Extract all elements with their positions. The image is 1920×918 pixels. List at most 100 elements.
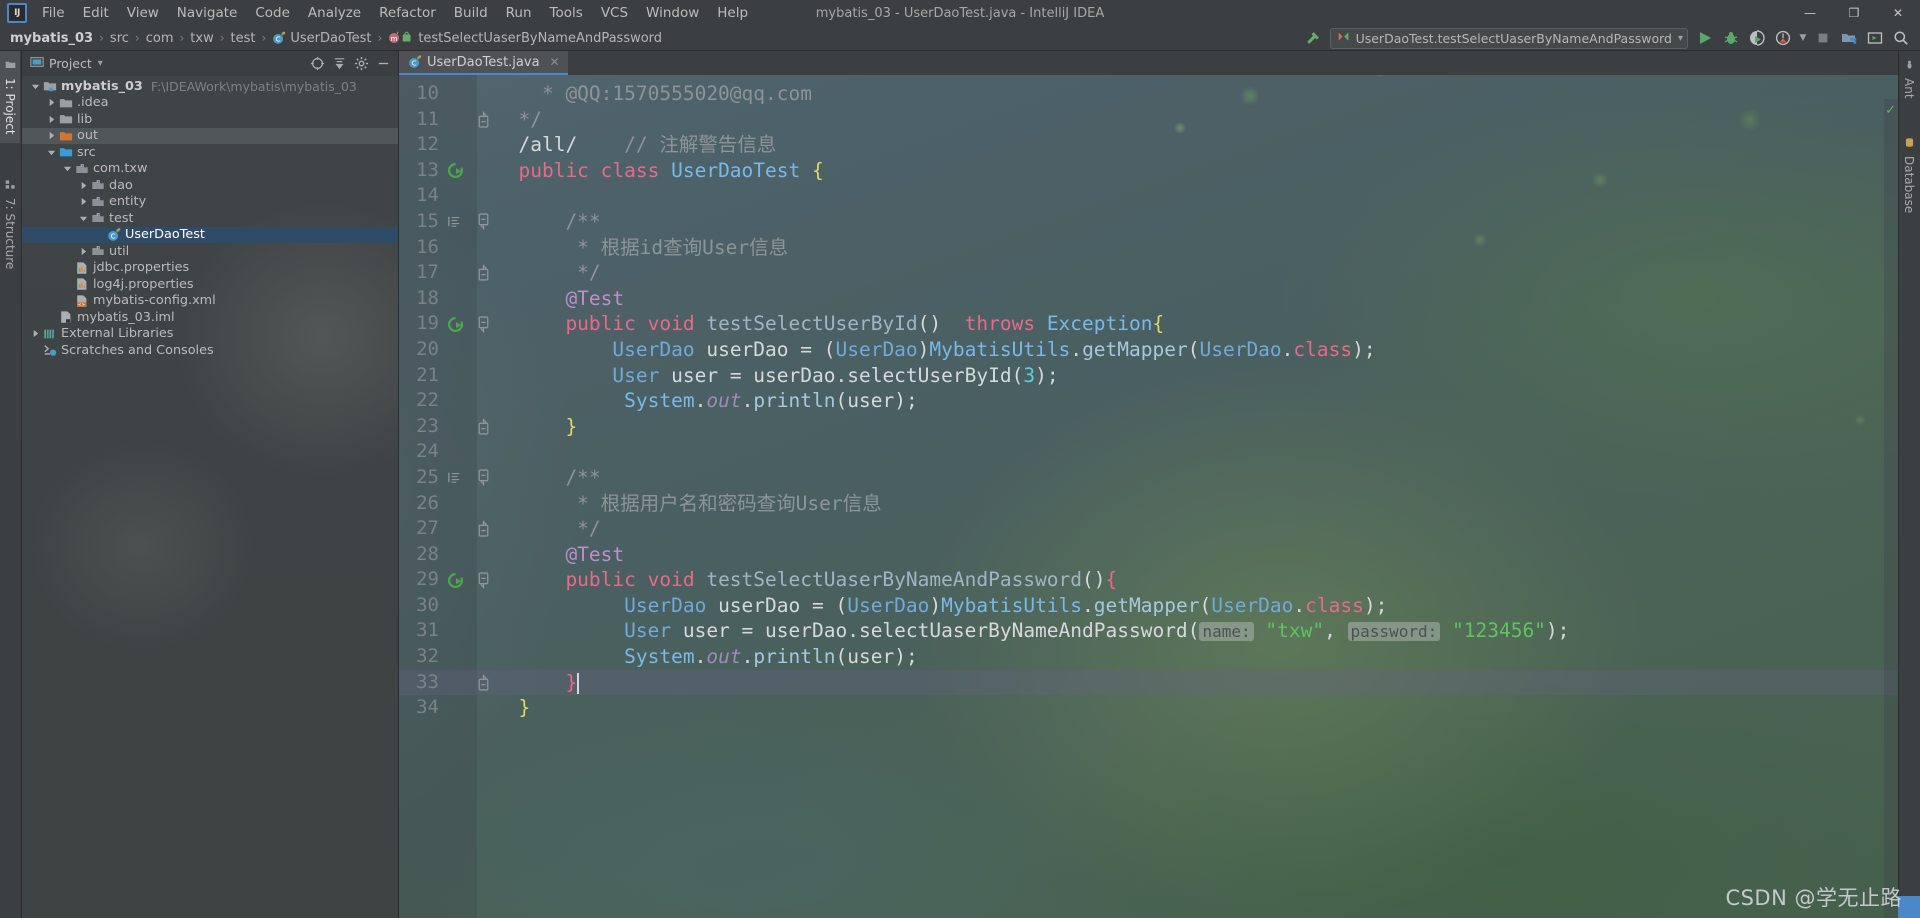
chevron-right-icon[interactable]	[30, 328, 41, 339]
code-text[interactable]: UserDao userDao = (UserDao)MybatisUtils.…	[489, 593, 1387, 619]
code-text[interactable]: User user = userDao.selectUserById(3);	[489, 363, 1058, 389]
run-configuration-selector[interactable]: UserDaoTest.testSelectUaserByNameAndPass…	[1329, 27, 1688, 49]
line-number[interactable]: 18	[399, 286, 443, 312]
code-text[interactable]: /**	[489, 465, 600, 491]
menu-item-tools[interactable]: Tools	[541, 2, 592, 24]
fold-end-icon[interactable]	[477, 418, 489, 435]
code-line[interactable]: 13 public class UserDaoTest {	[399, 158, 1898, 184]
code-text[interactable]: /**	[489, 209, 600, 235]
code-line[interactable]: 10 * @QQ:1570555020@qq.com	[399, 81, 1898, 107]
menu-item-run[interactable]: Run	[497, 2, 541, 24]
tree-node-util[interactable]: util	[22, 243, 398, 260]
layout-icon[interactable]	[1862, 27, 1888, 49]
menu-item-code[interactable]: Code	[246, 2, 299, 24]
line-number[interactable]: 13	[399, 158, 443, 184]
code-line[interactable]: 16 * 根据id查询User信息	[399, 235, 1898, 261]
sidebar-item-structure[interactable]: 7: Structure	[0, 171, 20, 277]
code-line[interactable]: 28 @Test	[399, 542, 1898, 568]
tree-node-entity[interactable]: entity	[22, 194, 398, 211]
code-text[interactable]: System.out.println(user);	[489, 644, 918, 670]
code-line[interactable]: 25 /**	[399, 465, 1898, 491]
breadcrumb-item-test[interactable]: test	[231, 31, 256, 46]
code-text[interactable]: }	[489, 670, 580, 696]
maximize-button[interactable]: ❐	[1832, 0, 1876, 26]
chevron-right-icon[interactable]	[46, 130, 57, 141]
debug-icon[interactable]	[1718, 27, 1744, 49]
breadcrumb-item-src[interactable]: src	[110, 31, 129, 46]
code-line[interactable]: 12 /all/ // 注解警告信息	[399, 132, 1898, 158]
line-number[interactable]: 16	[399, 235, 443, 261]
collapse-all-icon[interactable]	[328, 53, 350, 75]
chevron-down-icon[interactable]	[62, 163, 73, 174]
tree-node-com-txw[interactable]: com.txw	[22, 161, 398, 178]
code-line[interactable]: 19 public void testSelectUserById() thro…	[399, 311, 1898, 337]
code-line[interactable]: 24	[399, 439, 1898, 465]
hide-panel-icon[interactable]	[372, 53, 394, 75]
line-number[interactable]: 11	[399, 107, 443, 133]
line-number[interactable]: 24	[399, 439, 443, 465]
code-text[interactable]: * @QQ:1570555020@qq.com	[489, 81, 812, 107]
code-text[interactable]: /all/ // 注解警告信息	[489, 132, 776, 158]
code-line[interactable]: 30 UserDao userDao = (UserDao)MybatisUti…	[399, 593, 1898, 619]
code-line[interactable]: 17 */	[399, 260, 1898, 286]
sidebar-item-project[interactable]: 1: Project	[0, 51, 20, 143]
breadcrumb-item-com[interactable]: com	[146, 31, 174, 46]
menu-item-file[interactable]: File	[33, 2, 74, 24]
chevron-down-icon[interactable]	[30, 81, 41, 92]
code-line[interactable]: 21 User user = userDao.selectUserById(3)…	[399, 363, 1898, 389]
code-line[interactable]: 27 */	[399, 516, 1898, 542]
tree-node-log4j-properties[interactable]: log4j.properties	[22, 276, 398, 293]
chevron-right-icon[interactable]	[78, 196, 89, 207]
line-number[interactable]: 17	[399, 260, 443, 286]
line-number[interactable]: 27	[399, 516, 443, 542]
line-number[interactable]: 31	[399, 618, 443, 644]
line-number[interactable]: 10	[399, 81, 443, 107]
code-text[interactable]: * 根据id查询User信息	[489, 235, 788, 261]
code-line[interactable]: 15 /**	[399, 209, 1898, 235]
line-number[interactable]: 23	[399, 414, 443, 440]
run-with-coverage-icon[interactable]	[1744, 27, 1770, 49]
code-line[interactable]: 23 }	[399, 414, 1898, 440]
fold-end-icon[interactable]	[477, 110, 489, 128]
sidebar-item-ant[interactable]: Ant	[1899, 51, 1919, 107]
fold-end-icon[interactable]	[477, 520, 489, 537]
tree-node-dao[interactable]: dao	[22, 177, 398, 194]
menu-item-window[interactable]: Window	[637, 2, 708, 24]
build-hammer-icon[interactable]	[1300, 27, 1326, 49]
chevron-down-icon[interactable]	[78, 213, 89, 224]
chevron-down-icon[interactable]	[46, 147, 57, 158]
run-test-gutter-icon[interactable]	[443, 572, 477, 589]
run-test-gutter-icon[interactable]	[443, 162, 477, 179]
line-number[interactable]: 26	[399, 491, 443, 517]
breadcrumb-item-userdaotest[interactable]: C UserDaoTest	[272, 31, 372, 46]
line-number[interactable]: 25	[399, 465, 443, 491]
code-text[interactable]: }	[489, 414, 577, 440]
code-text[interactable]: */	[489, 516, 601, 542]
code-line[interactable]: 26 * 根据用户名和密码查询User信息	[399, 491, 1898, 517]
fold-end-icon[interactable]	[477, 673, 489, 691]
breadcrumb-item-mybatis_03[interactable]: mybatis_03	[10, 31, 93, 46]
code-text[interactable]: */	[489, 260, 601, 286]
profiler-dropdown-icon[interactable]: ▼	[1796, 27, 1810, 49]
code-line[interactable]: 34 }	[399, 695, 1898, 721]
fold-start-icon[interactable]	[477, 572, 489, 589]
line-number[interactable]: 19	[399, 311, 443, 337]
code-text[interactable]: public void testSelectUaserByNameAndPass…	[489, 567, 1117, 593]
sidebar-item-database[interactable]: Database	[1899, 129, 1919, 221]
code-lines[interactable]: 10 * @QQ:1570555020@qq.com 11 */12 /all/ …	[399, 75, 1898, 918]
line-number[interactable]: 12	[399, 132, 443, 158]
chevron-right-icon[interactable]	[78, 246, 89, 257]
breadcrumb-item-testselectuaserbynameandpassword[interactable]: m testSelectUaserByNameAndPassword	[388, 31, 662, 46]
line-number[interactable]: 32	[399, 644, 443, 670]
code-text[interactable]: * 根据用户名和密码查询User信息	[489, 491, 881, 517]
menu-item-vcs[interactable]: VCS	[592, 2, 637, 24]
javadoc-gutter-icon[interactable]	[443, 214, 477, 229]
menu-item-build[interactable]: Build	[445, 2, 497, 24]
close-button[interactable]: ✕	[1876, 0, 1920, 26]
line-number[interactable]: 34	[399, 695, 443, 721]
fold-start-icon[interactable]	[477, 213, 489, 231]
inspection-stripe[interactable]: ✓	[1884, 99, 1898, 918]
code-text[interactable]: public class UserDaoTest {	[489, 158, 823, 184]
menu-item-analyze[interactable]: Analyze	[299, 2, 370, 24]
tree-node--idea[interactable]: .idea	[22, 95, 398, 112]
